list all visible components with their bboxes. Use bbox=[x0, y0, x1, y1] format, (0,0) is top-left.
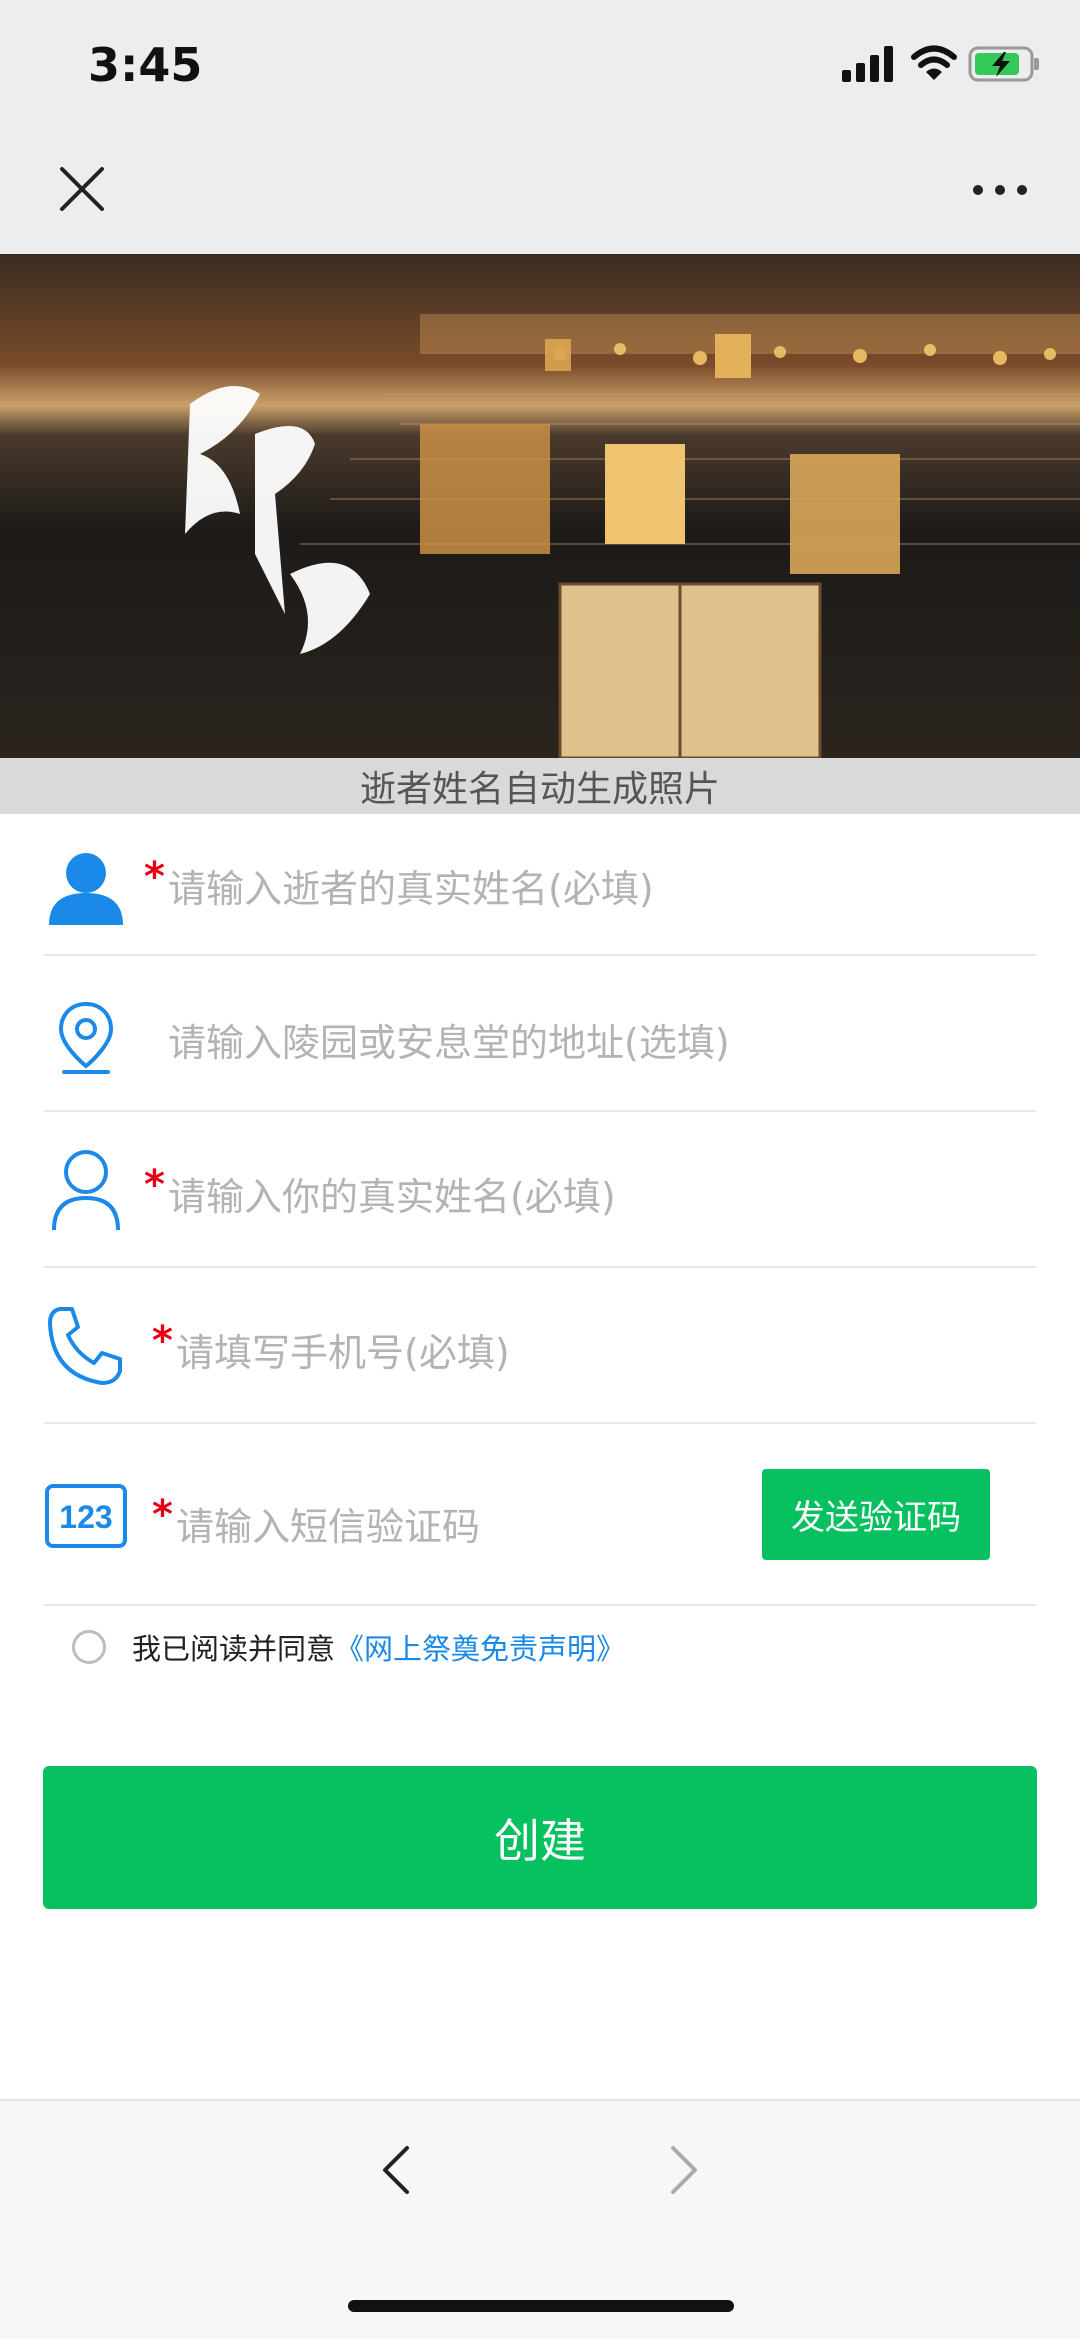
forward-icon bbox=[671, 2146, 697, 2194]
disclaimer-link[interactable]: 《网上祭奠免责声明》 bbox=[335, 1632, 625, 1666]
required-mark: * bbox=[152, 1492, 173, 1538]
person-outline-icon bbox=[44, 1148, 128, 1232]
top-nav-bar bbox=[0, 130, 1080, 254]
banner-caption: 逝者姓名自动生成照片 bbox=[0, 758, 1080, 814]
address-input[interactable]: 请输入陵园或安息堂的地址(选填) bbox=[168, 1012, 730, 1067]
create-button[interactable]: 创建 bbox=[43, 1766, 1037, 1909]
battery-icon bbox=[968, 46, 1040, 86]
required-mark: * bbox=[152, 1318, 173, 1364]
banner-image bbox=[0, 254, 1080, 758]
agreement-text: 我已阅读并同意《网上祭奠免责声明》 bbox=[132, 1626, 625, 1668]
send-code-button[interactable]: 发送验证码 bbox=[762, 1469, 990, 1560]
sms-code-input[interactable]: 请输入短信验证码 bbox=[176, 1496, 480, 1551]
required-mark: * bbox=[144, 1162, 165, 1208]
agreement-prefix: 我已阅读并同意 bbox=[132, 1632, 336, 1666]
forward-button[interactable] bbox=[660, 2140, 710, 2200]
back-icon bbox=[383, 2146, 409, 2194]
your-name-input[interactable]: 请输入你的真实姓名(必填) bbox=[168, 1166, 616, 1221]
deceased-name-input[interactable]: 请输入逝者的真实姓名(必填) bbox=[168, 858, 654, 913]
svg-text:123: 123 bbox=[59, 1499, 112, 1535]
code-123-icon: 123 bbox=[44, 1474, 128, 1558]
phone-icon bbox=[44, 1304, 128, 1388]
more-icon bbox=[973, 185, 1027, 195]
close-button[interactable] bbox=[48, 150, 116, 228]
close-icon bbox=[60, 167, 104, 211]
back-button[interactable] bbox=[370, 2140, 420, 2200]
deceased-name-row: * 请输入逝者的真实姓名(必填) bbox=[44, 814, 1036, 956]
phone-row: * 请填写手机号(必填) bbox=[44, 1268, 1036, 1424]
address-row: 请输入陵园或安息堂的地址(选填) bbox=[44, 956, 1036, 1112]
location-pin-icon bbox=[44, 996, 128, 1080]
wifi-icon bbox=[910, 44, 958, 86]
your-name-row: * 请输入你的真实姓名(必填) bbox=[44, 1112, 1036, 1268]
phone-input[interactable]: 请填写手机号(必填) bbox=[176, 1322, 510, 1377]
required-mark: * bbox=[144, 854, 165, 900]
cellular-signal-icon bbox=[842, 46, 896, 86]
person-filled-icon bbox=[44, 844, 128, 928]
status-time: 3:45 bbox=[88, 38, 203, 92]
home-indicator bbox=[348, 2300, 734, 2312]
agreement-radio[interactable] bbox=[72, 1630, 106, 1664]
more-button[interactable] bbox=[960, 160, 1040, 220]
